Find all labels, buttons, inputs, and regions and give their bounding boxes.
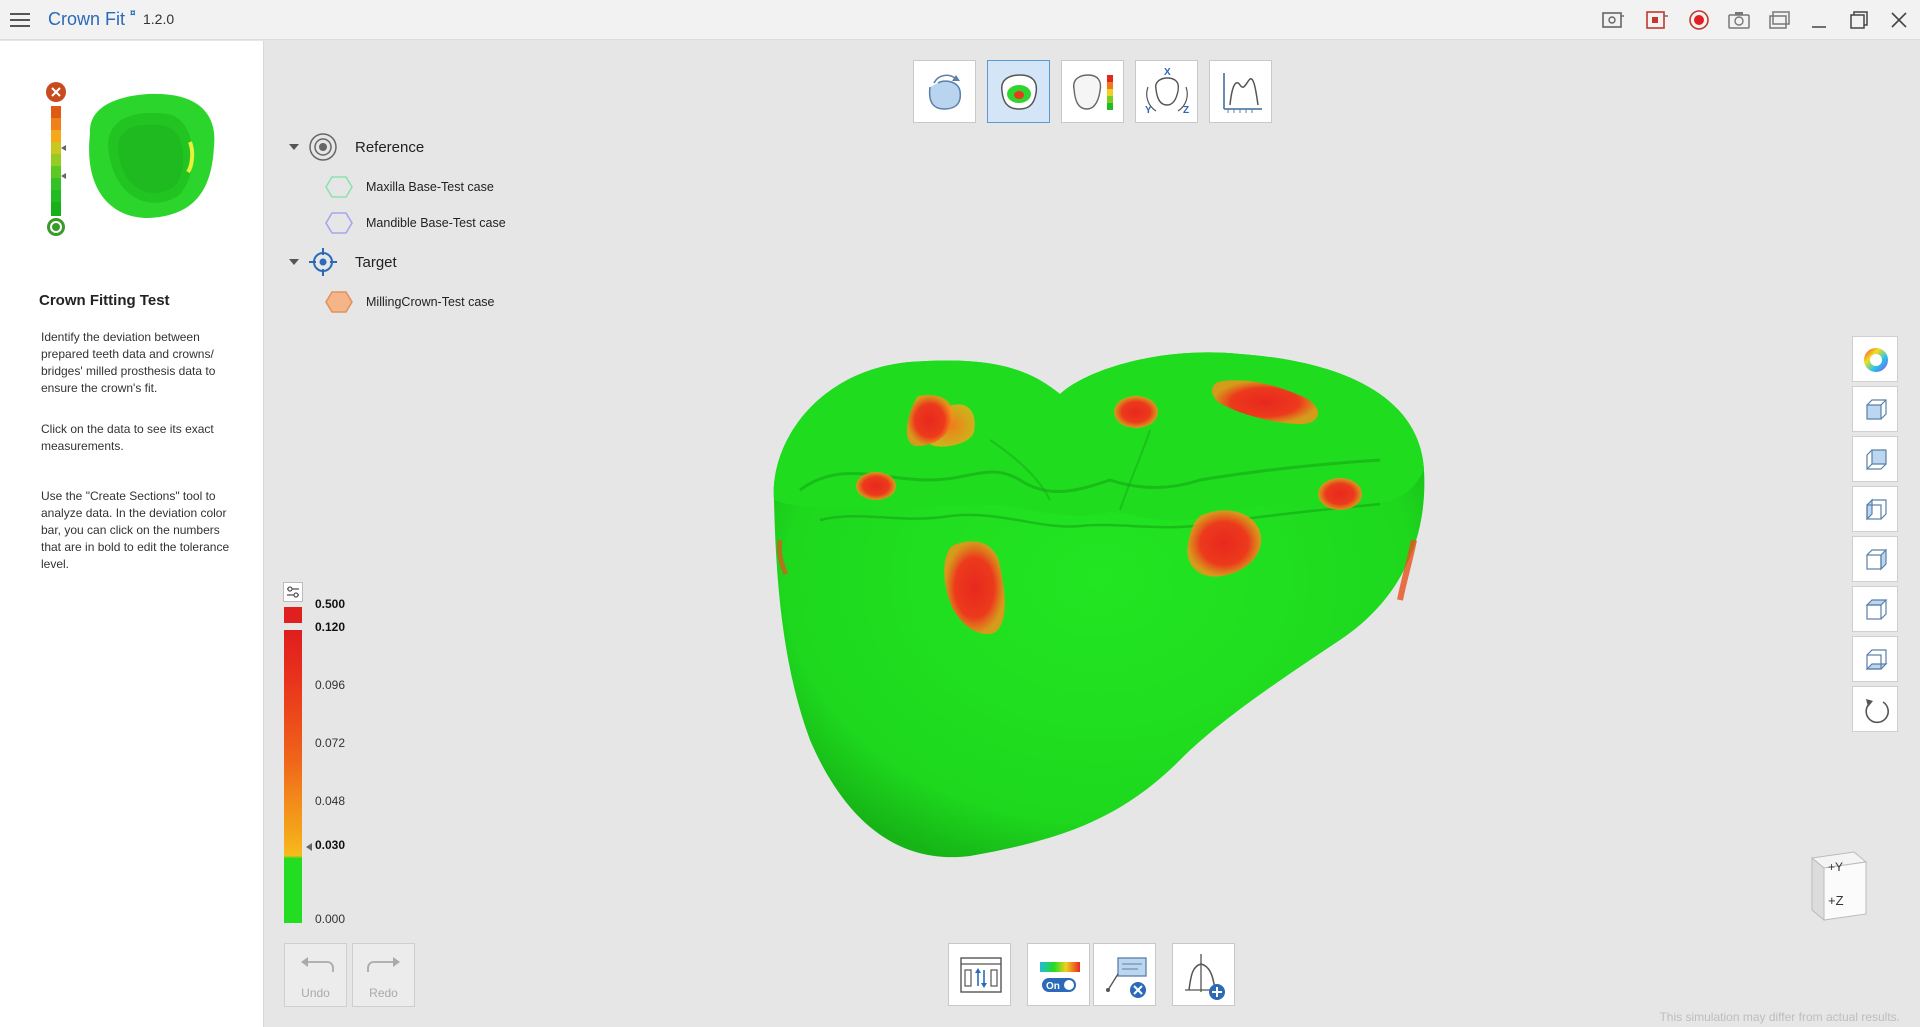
undo-label: Undo [301, 986, 330, 1000]
rotate-reset-icon [1865, 699, 1889, 724]
legend-value: 0.096 [315, 678, 346, 692]
redo-label: Redo [369, 986, 398, 1000]
view-back-button[interactable] [1852, 436, 1898, 482]
tree-item-milling-crown[interactable]: MillingCrown-Test case [325, 290, 495, 314]
color-settings-button[interactable] [1852, 336, 1898, 382]
undo-arrow-icon [301, 957, 334, 972]
tree-item-maxilla-label: Maxilla Base-Test case [366, 180, 494, 194]
color-bar-tool-button[interactable] [1061, 60, 1124, 123]
profile-measure-icon [1223, 73, 1262, 113]
screenshot-compare-icon[interactable] [1600, 8, 1626, 32]
collapse-reference-icon[interactable] [289, 144, 299, 150]
crown-3d-model[interactable] [760, 340, 1440, 870]
view-top-button[interactable] [1852, 586, 1898, 632]
tree-reference-row[interactable]: Reference [289, 133, 425, 161]
legend-value-min: 0.000 [315, 912, 346, 926]
tree-item-maxilla[interactable]: Maxilla Base-Test case [325, 175, 494, 199]
clear-annotations-button[interactable] [1093, 943, 1156, 1006]
tree-target-label: Target [355, 253, 397, 271]
cube-right-icon [1866, 548, 1887, 571]
record-icon[interactable] [1686, 8, 1712, 32]
panel-instruction-click: Click on the data to see its exact measu… [41, 422, 214, 453]
app-version: 1.2.0 [143, 11, 175, 27]
cube-left-icon [1866, 498, 1887, 521]
rotate-tooth-icon [928, 74, 962, 110]
sliders-icon [287, 586, 299, 598]
xyz-x-label: X [1164, 67, 1171, 78]
crown-thumbnail[interactable] [78, 86, 218, 226]
color-wheel-icon [1864, 348, 1888, 372]
camera-icon[interactable] [1726, 8, 1752, 32]
simulation-disclaimer: This simulation may differ from actual r… [1659, 1010, 1900, 1024]
window-switch-icon[interactable] [1766, 8, 1792, 32]
view-bottom-button[interactable] [1852, 636, 1898, 682]
panel-description: Identify the deviation between prepared … [41, 330, 216, 395]
view-right-button[interactable] [1852, 536, 1898, 582]
redo-arrow-icon [367, 957, 400, 972]
undo-button[interactable]: Undo [284, 943, 347, 1007]
app-title: Crown Fit [48, 9, 126, 29]
deviation-toggle-button[interactable]: On [1027, 943, 1090, 1006]
color-toggle-icon: On [1040, 962, 1080, 992]
cube-bottom-icon [1865, 649, 1888, 670]
mini-deviation-bar [46, 82, 66, 254]
view-left-button[interactable] [1852, 486, 1898, 532]
navcube-front-face: +Z [1828, 893, 1844, 908]
tree-item-mandible[interactable]: Mandible Base-Test case [325, 211, 506, 235]
tree-item-mandible-label: Mandible Base-Test case [366, 216, 506, 230]
navigation-cube[interactable]: +Y +Z [1808, 848, 1872, 926]
tree-item-milling-crown-label: MillingCrown-Test case [366, 295, 495, 309]
crown-hexagon-icon[interactable] [325, 290, 353, 314]
deviation-hotspot[interactable] [1114, 396, 1158, 428]
deviation-map-tool-button[interactable] [987, 60, 1050, 123]
legend-over-tolerance-swatch [284, 607, 302, 623]
navcube-top-face: +Y [1828, 860, 1843, 874]
cube-top-icon [1865, 599, 1888, 620]
title-bar: Crown Fit ¤ 1.2.0 [0, 0, 1920, 40]
tooth-colorbar-icon [1073, 74, 1113, 110]
mandible-hexagon-icon[interactable] [325, 211, 353, 235]
view-front-button[interactable] [1852, 386, 1898, 432]
deviation-hotspot[interactable] [856, 472, 896, 500]
tree-reference-label: Reference [355, 138, 425, 156]
cube-front-icon [1866, 399, 1887, 420]
legend-value-lower-tolerance[interactable]: 0.030 [315, 838, 345, 852]
menu-icon[interactable] [8, 8, 32, 32]
rotate-view-tool-button[interactable] [913, 60, 976, 123]
xyz-axes-icon: X Y Z [1145, 67, 1189, 116]
xyz-z-label: Z [1183, 105, 1189, 116]
record-area-icon[interactable] [1644, 8, 1670, 32]
tree-target-row[interactable]: Target [289, 248, 397, 276]
annotation-delete-icon [1106, 957, 1147, 998]
target-crosshair-icon [309, 248, 337, 276]
section-add-icon [1185, 954, 1225, 1000]
legend-settings-button[interactable] [283, 582, 303, 602]
maxilla-hexagon-icon[interactable] [325, 175, 353, 199]
app-badge: ¤ [130, 8, 136, 19]
align-axes-tool-button[interactable]: X Y Z [1135, 60, 1198, 123]
legend-value: 0.072 [315, 736, 346, 750]
reference-target-icon [309, 133, 337, 161]
legend-value-upper-tolerance[interactable]: 0.120 [315, 620, 345, 634]
deviation-color-bar [284, 630, 302, 923]
legend-value-max[interactable]: 0.500 [315, 597, 345, 611]
panel-title: Crown Fitting Test [39, 292, 170, 309]
deviation-hotspot[interactable] [1318, 478, 1362, 510]
cube-back-icon [1866, 449, 1887, 470]
minimize-icon[interactable] [1806, 8, 1832, 32]
panel-instruction-sections: Use the "Create Sections" tool to analyz… [41, 489, 230, 571]
toggle-on-label: On [1046, 981, 1060, 992]
legend-value: 0.048 [315, 794, 346, 808]
restore-icon[interactable] [1846, 8, 1872, 32]
close-icon[interactable] [1886, 8, 1912, 32]
redo-button[interactable]: Redo [352, 943, 415, 1007]
deviation-tooth-icon [1001, 74, 1038, 110]
create-section-button[interactable] [1172, 943, 1235, 1006]
measure-profile-tool-button[interactable] [1209, 60, 1272, 123]
tolerance-marker-icon[interactable] [306, 843, 312, 851]
compare-window-icon [960, 957, 1002, 993]
reset-view-button[interactable] [1852, 686, 1898, 732]
data-compare-button[interactable] [948, 943, 1011, 1006]
collapse-target-icon[interactable] [289, 259, 299, 265]
